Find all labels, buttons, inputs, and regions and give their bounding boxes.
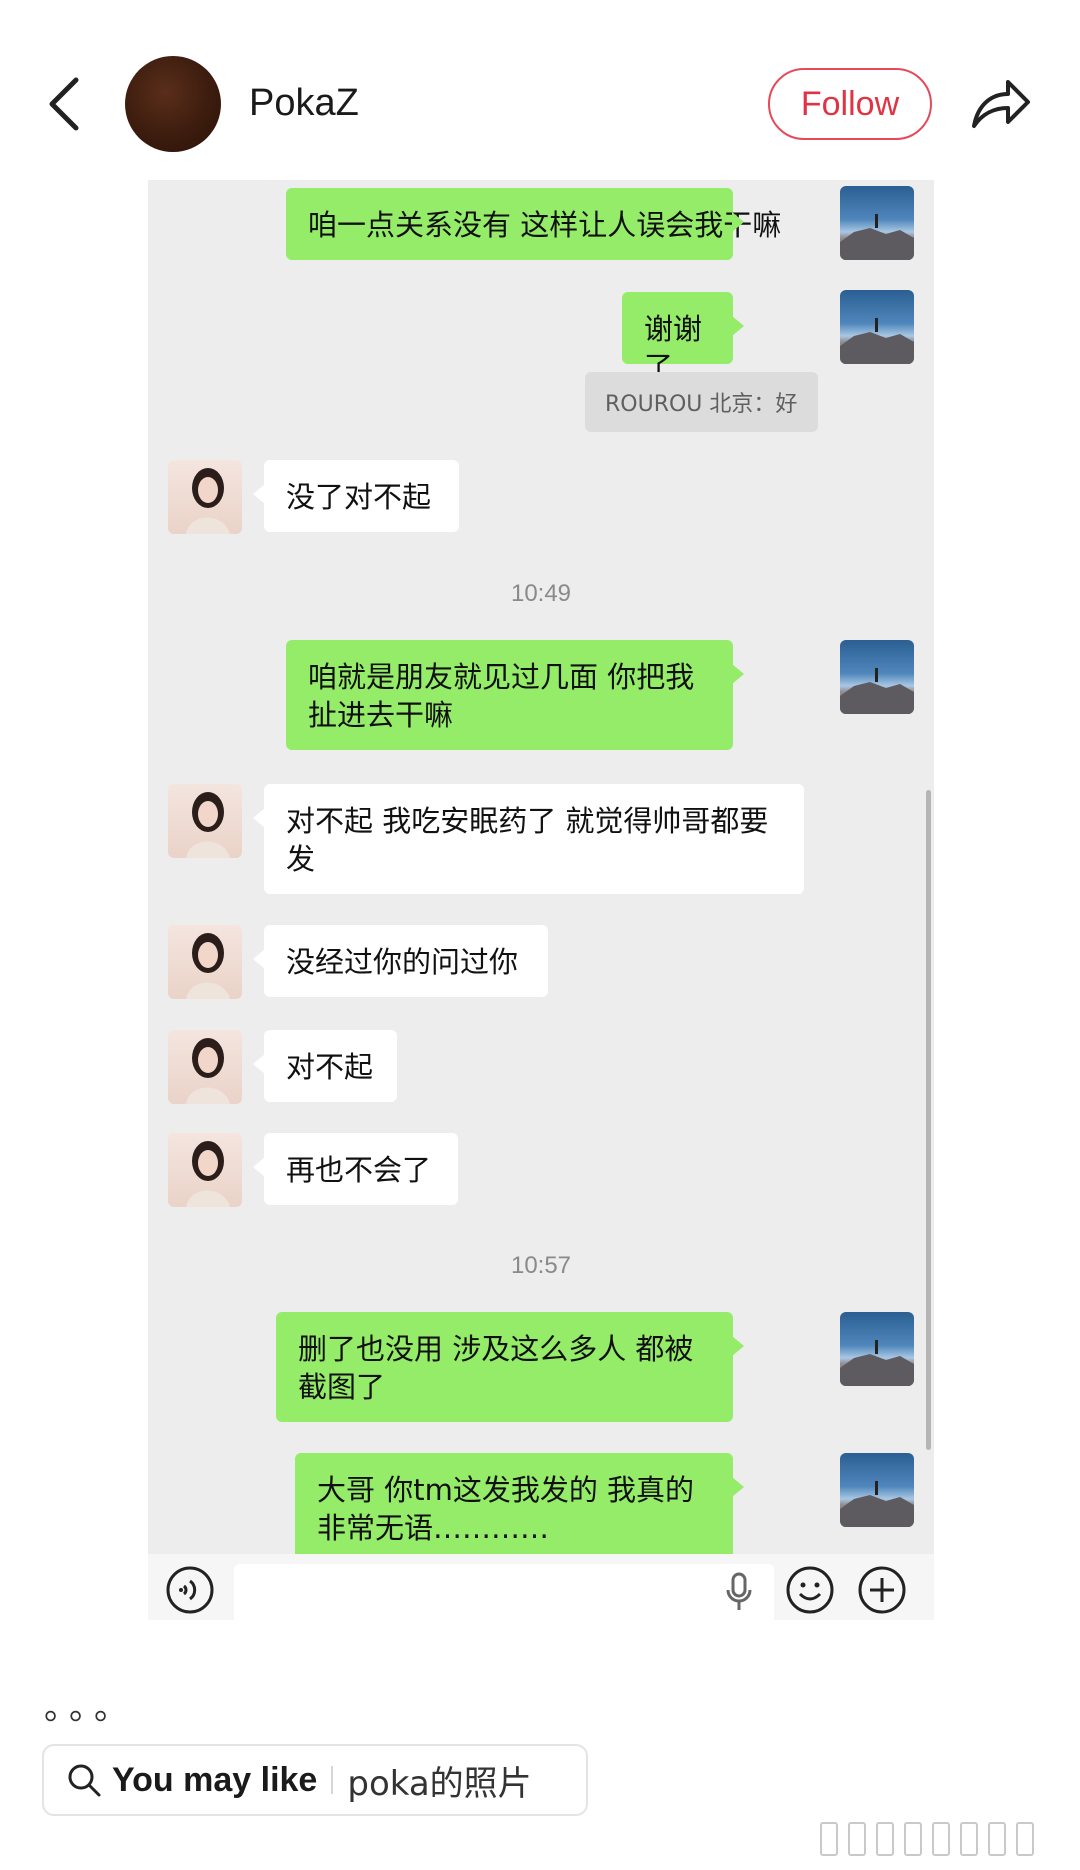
- message-bubble: 大哥 你tm这发我发的 我真的非常无语…………: [295, 1453, 744, 1563]
- message-bubble: 咱就是朋友就见过几面 你把我扯进去干嘛: [286, 640, 744, 750]
- you-may-like-search[interactable]: You may like poka的照片: [42, 1744, 588, 1816]
- plus-icon: [858, 1566, 906, 1614]
- my-avatar: [840, 640, 914, 714]
- voice-icon: [166, 1566, 214, 1614]
- my-avatar: [840, 1312, 914, 1386]
- contact-avatar: [168, 784, 242, 858]
- contact-avatar: [168, 1030, 242, 1104]
- post-caption: 。。。: [44, 1689, 136, 1727]
- share-icon[interactable]: [968, 74, 1032, 134]
- my-avatar: [840, 186, 914, 260]
- my-avatar: [840, 290, 914, 364]
- message-bubble: 删了也没用 涉及这么多人 都被截图了: [276, 1312, 744, 1422]
- timestamp: 10:49: [510, 580, 572, 607]
- my-avatar: [840, 1453, 914, 1527]
- search-icon: [68, 1764, 101, 1797]
- username[interactable]: PokaZ: [249, 82, 359, 125]
- message-bubble: 对不起: [253, 1030, 397, 1102]
- divider: [331, 1766, 334, 1794]
- suggested-query[interactable]: poka的照片: [347, 1756, 531, 1805]
- emoji-icon: [786, 1566, 834, 1614]
- scrollbar: [926, 790, 931, 1450]
- message-bubble: 再也不会了: [253, 1133, 458, 1205]
- follow-button[interactable]: Follow: [768, 68, 932, 140]
- timestamp: 10:57: [510, 1252, 572, 1279]
- message-bubble: 没经过你的问过你: [253, 925, 548, 997]
- contact-avatar: [168, 925, 242, 999]
- chat-screenshot[interactable]: 咱一点关系没有 这样让人误会我干嘛 谢谢了 ROUROU 北京：好 没了对不起 …: [148, 180, 934, 1620]
- quoted-reply: ROUROU 北京：好: [585, 372, 818, 432]
- message-input: [234, 1564, 774, 1620]
- message-bubble: 谢谢了: [622, 292, 744, 384]
- back-icon[interactable]: [44, 76, 84, 132]
- message-bubble: 没了对不起: [253, 460, 459, 532]
- message-bubble: 对不起 我吃安眠药了 就觉得帅哥都要发: [253, 784, 804, 894]
- watermark-strip: [820, 1822, 1080, 1860]
- message-bubble: 咱一点关系没有 这样让人误会我干嘛: [286, 188, 781, 260]
- avatar[interactable]: [125, 56, 221, 152]
- contact-avatar: [168, 1133, 242, 1207]
- microphone-icon: [726, 1572, 752, 1610]
- you-may-like-label: You may like: [112, 1760, 318, 1799]
- contact-avatar: [168, 460, 242, 534]
- chat-input-bar: [148, 1554, 934, 1620]
